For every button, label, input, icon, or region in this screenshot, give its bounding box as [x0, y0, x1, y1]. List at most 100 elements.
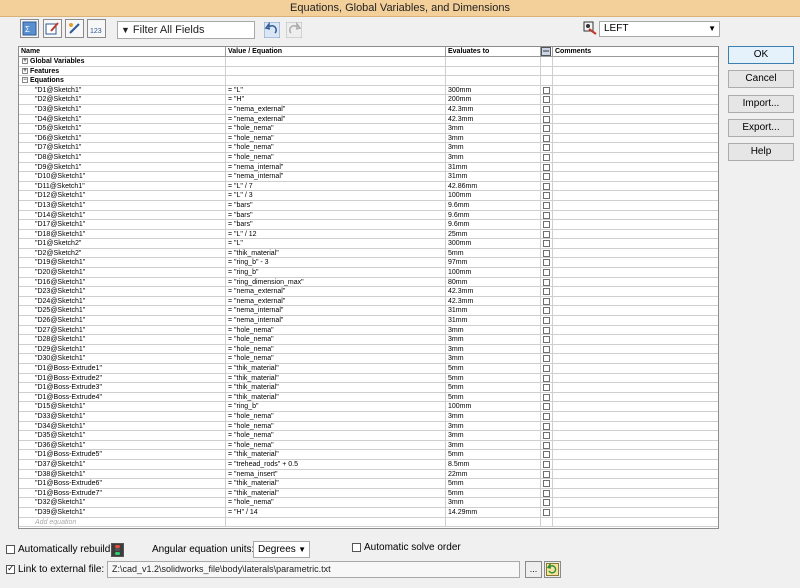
comment-cell[interactable] [553, 460, 718, 469]
table-row[interactable]: "D28@Sketch1" = "hole_nema" 3mm [19, 335, 718, 345]
ok-button[interactable]: OK [728, 46, 794, 64]
comment-cell[interactable] [553, 143, 718, 152]
equation-value-cell[interactable]: = "H" [226, 95, 446, 104]
equation-name-cell[interactable]: "D37@Sketch1" [19, 459, 226, 469]
equation-name-cell[interactable]: "D1@Boss-Extrude6" [19, 479, 226, 488]
table-row[interactable]: "D10@Sketch1" = "nema_internal" 31mm [19, 172, 718, 182]
equation-value-cell[interactable]: = "L" [226, 239, 446, 248]
equation-name-cell[interactable]: "D4@Sketch1" [19, 114, 226, 124]
table-row[interactable]: "D2@Sketch2" = "thik_material" 5mm [19, 248, 718, 259]
link-path-field[interactable]: Z:\cad_v1.2\solidworks_file\body\lateral… [107, 561, 520, 578]
comment-cell[interactable] [553, 105, 718, 114]
link-external-checkbox[interactable] [6, 563, 15, 574]
table-row[interactable]: "D4@Sketch1" = "nema_external" 42.3mm [19, 114, 718, 125]
equation-value-cell[interactable]: = "L" / 3 [226, 191, 446, 200]
suppress-checkbox[interactable] [543, 269, 550, 277]
suppress-checkbox[interactable] [543, 489, 550, 497]
equation-name-cell[interactable]: "D1@Boss-Extrude1" [19, 364, 226, 373]
equation-value-cell[interactable]: = "hole_nema" [226, 354, 446, 363]
equation-name-cell[interactable]: "D39@Sketch1" [19, 507, 226, 517]
table-row[interactable]: "D14@Sketch1" = "bars" 9.6mm [19, 210, 718, 221]
equation-value-cell[interactable]: = "L" / 12 [226, 229, 446, 239]
equation-value-cell[interactable]: = "H" / 14 [226, 507, 446, 517]
browse-button[interactable]: ... [525, 561, 542, 578]
evaluates-to-cell[interactable]: 5mm [446, 364, 541, 373]
table-row[interactable]: "D1@Boss-Extrude1" = "thik_material" 5mm [19, 364, 718, 374]
equation-value-cell[interactable]: = "L" [226, 85, 446, 95]
table-row[interactable]: "D7@Sketch1" = "hole_nema" 3mm [19, 143, 718, 153]
comment-cell[interactable] [553, 431, 718, 440]
equation-value-cell[interactable]: = "hole_nema" [226, 498, 446, 507]
suppress-checkbox[interactable] [543, 393, 550, 401]
suppress-checkbox[interactable] [543, 355, 550, 363]
equation-value-cell[interactable]: = "nema_internal" [226, 172, 446, 181]
equation-value-cell[interactable]: = "thik_material" [226, 450, 446, 459]
evaluates-to-cell[interactable]: 100mm [446, 402, 541, 411]
evaluates-to-cell[interactable]: 9.6mm [446, 210, 541, 220]
section-features[interactable]: + Features [19, 66, 718, 77]
evaluates-to-cell[interactable]: 25mm [446, 229, 541, 239]
evaluates-to-cell[interactable]: 3mm [446, 411, 541, 421]
equation-value-cell[interactable]: = "hole_nema" [226, 325, 446, 335]
export-button[interactable]: Export... [728, 119, 794, 137]
comment-cell[interactable] [553, 441, 718, 450]
evaluates-to-cell[interactable]: 300mm [446, 85, 541, 95]
equation-value-cell[interactable]: = "hole_nema" [226, 133, 446, 143]
comment-cell[interactable] [553, 230, 718, 239]
equation-value-cell[interactable]: = "nema_external" [226, 296, 446, 306]
equation-name-cell[interactable]: "D2@Sketch2" [19, 248, 226, 258]
table-row[interactable]: "D1@Boss-Extrude2" = "thik_material" 5mm [19, 373, 718, 384]
equation-name-cell[interactable]: "D10@Sketch1" [19, 172, 226, 181]
auto-solve-checkbox[interactable] [352, 543, 361, 552]
header-suppress[interactable] [541, 47, 553, 56]
equation-name-cell[interactable]: "D1@Boss-Extrude5" [19, 450, 226, 459]
redo-button[interactable] [284, 20, 303, 39]
suppress-checkbox[interactable] [543, 326, 550, 334]
equation-name-cell[interactable]: "D1@Boss-Extrude4" [19, 392, 226, 402]
equation-name-cell[interactable]: "D1@Sketch2" [19, 239, 226, 248]
angular-units-select[interactable]: Degrees ▼ [253, 541, 310, 558]
comment-cell[interactable] [553, 479, 718, 488]
table-row[interactable]: "D8@Sketch1" = "hole_nema" 3mm [19, 152, 718, 163]
equation-name-cell[interactable]: "D23@Sketch1" [19, 287, 226, 296]
evaluates-to-cell[interactable]: 31mm [446, 316, 541, 325]
equation-value-cell[interactable]: = "nema_internal" [226, 316, 446, 325]
equation-value-cell[interactable]: = "thik_material" [226, 383, 446, 392]
table-row[interactable]: "D11@Sketch1" = "L" / 7 42.86mm [19, 181, 718, 192]
suppress-checkbox[interactable] [543, 460, 550, 468]
evaluates-to-cell[interactable]: 5mm [446, 479, 541, 488]
equation-name-cell[interactable]: "D7@Sketch1" [19, 143, 226, 152]
comment-cell[interactable] [553, 153, 718, 162]
suppress-checkbox[interactable] [543, 336, 550, 344]
suppress-checkbox[interactable] [543, 499, 550, 507]
equation-name-cell[interactable]: "D18@Sketch1" [19, 229, 226, 239]
comment-cell[interactable] [553, 86, 718, 95]
suppress-checkbox[interactable] [543, 201, 550, 209]
suppress-checkbox[interactable] [543, 480, 550, 488]
dimension-view-button[interactable] [65, 19, 84, 38]
equation-value-cell[interactable]: = "hole_nema" [226, 124, 446, 133]
table-row[interactable]: "D1@Sketch1" = "L" 300mm [19, 85, 718, 96]
equation-value-cell[interactable]: = "ring_dimension_max" [226, 277, 446, 287]
suppress-checkbox[interactable] [543, 230, 550, 238]
suppress-checkbox[interactable] [543, 432, 550, 440]
suppress-checkbox[interactable] [543, 365, 550, 372]
table-row[interactable]: "D12@Sketch1" = "L" / 3 100mm [19, 191, 718, 201]
comment-cell[interactable] [553, 211, 718, 220]
table-row[interactable]: "D34@Sketch1" = "hole_nema" 3mm [19, 421, 718, 432]
equation-name-cell[interactable]: "D32@Sketch1" [19, 498, 226, 507]
suppress-checkbox[interactable] [543, 403, 550, 411]
suppress-checkbox[interactable] [543, 211, 550, 219]
equation-value-cell[interactable]: = "L" / 7 [226, 181, 446, 191]
equation-name-cell[interactable]: "D29@Sketch1" [19, 344, 226, 354]
equation-value-cell[interactable]: = "nema_external" [226, 104, 446, 114]
table-row[interactable]: "D2@Sketch1" = "H" 200mm [19, 95, 718, 105]
header-name[interactable]: Name [19, 47, 226, 56]
comment-cell[interactable] [553, 489, 718, 498]
evaluates-to-cell[interactable]: 3mm [446, 431, 541, 440]
suppress-checkbox[interactable] [543, 451, 550, 459]
suppress-checkbox[interactable] [543, 125, 550, 133]
comment-cell[interactable] [553, 191, 718, 200]
ordered-view-button[interactable]: 123 [87, 19, 106, 38]
cancel-button[interactable]: Cancel [728, 70, 794, 88]
